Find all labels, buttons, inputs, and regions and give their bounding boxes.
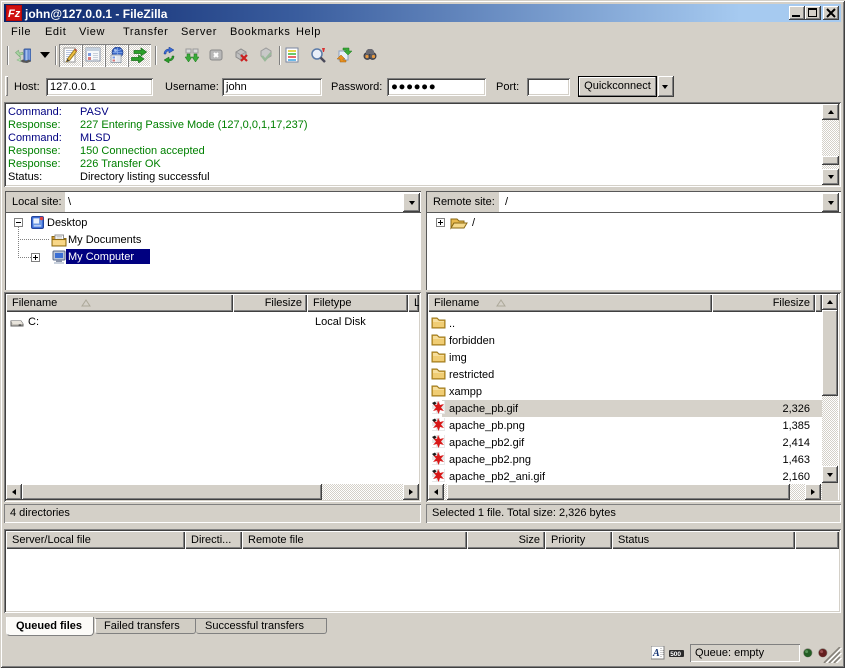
svg-text:500: 500 bbox=[670, 651, 681, 658]
svg-text:Fz: Fz bbox=[8, 8, 21, 20]
svg-text:A: A bbox=[652, 648, 660, 659]
